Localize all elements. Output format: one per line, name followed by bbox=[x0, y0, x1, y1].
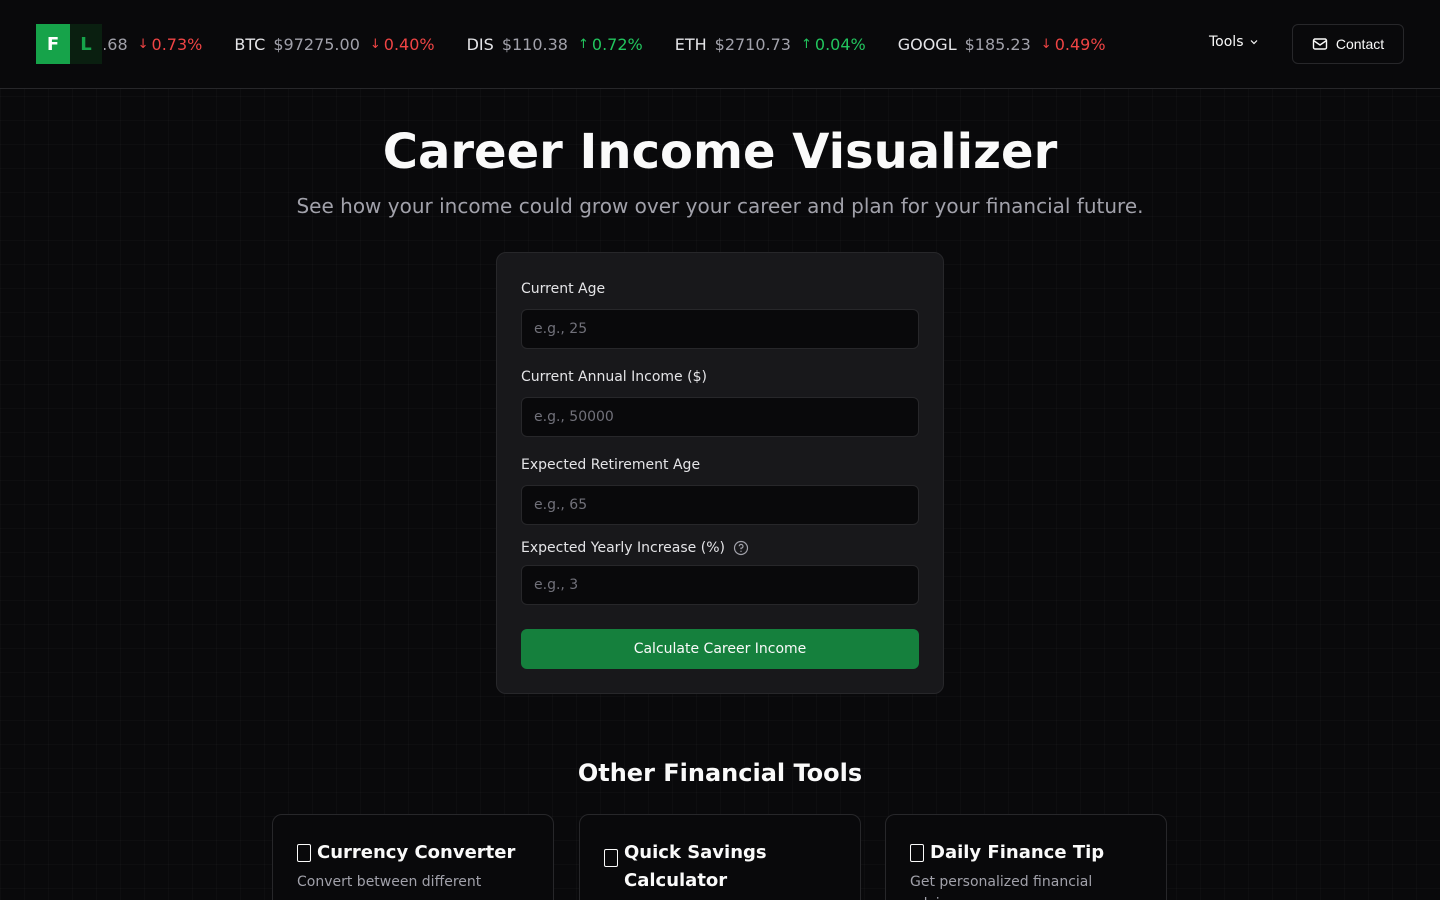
tool-icon bbox=[604, 849, 618, 867]
site-header: F L 3.68 ↓0.73% BTC $97275.00 ↓0.40% DIS… bbox=[0, 0, 1440, 89]
yearly-increase-label-row: Expected Yearly Increase (%) bbox=[521, 540, 749, 556]
ticker-change: ↑ 0.04% bbox=[801, 35, 866, 54]
tool-card-description: Get personalized financial advice bbox=[910, 874, 1093, 900]
tools-menu-label: Tools bbox=[1209, 34, 1244, 50]
mail-icon bbox=[1312, 38, 1328, 50]
current-age-label: Current Age bbox=[521, 281, 606, 297]
ticker-change-value: 0.49% bbox=[1054, 34, 1106, 54]
ticker-price: $110.38 bbox=[501, 34, 568, 54]
tool-icon bbox=[297, 844, 311, 862]
chevron-down-icon bbox=[1250, 40, 1257, 45]
ticker-change-value: 0.04% bbox=[814, 34, 866, 54]
ticker-change: ↑ 0.72% bbox=[578, 35, 643, 54]
ticker-item: GOOGL $185.23 ↓ 0.49% bbox=[898, 35, 1106, 54]
yearly-increase-label: Expected Yearly Increase (%) bbox=[521, 540, 725, 556]
ticker-change-value: 0.40% bbox=[383, 34, 435, 54]
arrow-down-icon: ↓ bbox=[137, 36, 149, 52]
career-income-form: Current Age Current Annual Income ($) Ex… bbox=[496, 252, 944, 694]
arrow-down-icon: ↓ bbox=[369, 36, 381, 52]
ticker-change: ↓ 0.49% bbox=[1041, 35, 1106, 54]
ticker-item: ETH $2710.73 ↑ 0.04% bbox=[675, 35, 866, 54]
tools-menu-button[interactable]: Tools bbox=[1209, 34, 1258, 50]
tool-card-description: Convert between different bbox=[297, 874, 482, 890]
ticker-change-value: 0.73% bbox=[151, 34, 203, 54]
ticker-track: 3.68 ↓0.73% BTC $97275.00 ↓0.40% DIS $11… bbox=[104, 24, 1138, 64]
page-title: Career Income Visualizer bbox=[382, 124, 1058, 180]
ticker-price: $2710.73 bbox=[714, 34, 791, 54]
ticker-symbol: GOOGL bbox=[897, 34, 957, 54]
tool-card-title: Daily Finance Tip bbox=[930, 842, 1105, 863]
calculate-career-income-button[interactable]: Calculate Career Income bbox=[521, 629, 919, 669]
stock-ticker: 3.68 ↓0.73% BTC $97275.00 ↓0.40% DIS $11… bbox=[104, 24, 1164, 64]
tool-card-daily-finance-tip[interactable]: Daily Finance Tip Get personalized finan… bbox=[885, 814, 1167, 900]
tool-card-quick-savings-calculator[interactable]: Quick Savings Calculator bbox=[579, 814, 861, 900]
tool-card-title: Currency Converter bbox=[317, 842, 516, 863]
ticker-item: BTC $97275.00 ↓ 0.40% bbox=[234, 35, 434, 54]
ticker-item: DIS $110.38 ↑ 0.72% bbox=[467, 35, 643, 54]
arrow-down-icon: ↓ bbox=[1040, 36, 1052, 52]
ticker-change: ↓ 0.40% bbox=[370, 35, 435, 54]
tool-icon bbox=[910, 844, 924, 862]
contact-button[interactable]: Contact bbox=[1292, 24, 1404, 64]
ticker-symbol: BTC bbox=[234, 34, 266, 54]
current-age-input[interactable] bbox=[521, 309, 919, 349]
tool-card-heading: Daily Finance Tip bbox=[910, 839, 1142, 867]
ticker-change-value: 0.72% bbox=[591, 34, 643, 54]
ticker-symbol: ETH bbox=[674, 34, 707, 54]
current-income-input[interactable] bbox=[521, 397, 919, 437]
tool-card-heading: Quick Savings Calculator bbox=[604, 839, 836, 895]
yearly-increase-input[interactable] bbox=[521, 565, 919, 605]
other-tools-title: Other Financial Tools bbox=[577, 759, 863, 787]
tool-card-heading: Currency Converter bbox=[297, 839, 529, 867]
logo[interactable]: F L bbox=[36, 24, 102, 64]
tool-card-title: Quick Savings Calculator bbox=[624, 842, 767, 891]
ticker-price: 3.68 bbox=[104, 34, 128, 54]
arrow-up-icon: ↑ bbox=[800, 36, 812, 52]
ticker-item: 3.68 ↓0.73% bbox=[104, 35, 202, 54]
logo-letter-l: L bbox=[70, 24, 102, 64]
help-circle-icon[interactable] bbox=[733, 540, 749, 556]
ticker-price: $97275.00 bbox=[273, 34, 360, 54]
arrow-up-icon: ↑ bbox=[577, 36, 589, 52]
ticker-price: $185.23 bbox=[964, 34, 1031, 54]
retirement-age-input[interactable] bbox=[521, 485, 919, 525]
logo-letter-f: F bbox=[36, 24, 70, 64]
ticker-symbol: DIS bbox=[466, 34, 494, 54]
tool-card-currency-converter[interactable]: Currency Converter Convert between diffe… bbox=[272, 814, 554, 900]
contact-label: Contact bbox=[1335, 36, 1385, 52]
retirement-age-label: Expected Retirement Age bbox=[521, 457, 701, 473]
page-subtitle: See how your income could grow over your… bbox=[296, 194, 1144, 218]
current-income-label: Current Annual Income ($) bbox=[521, 369, 707, 385]
ticker-change: ↓ 0.73% bbox=[138, 35, 203, 54]
